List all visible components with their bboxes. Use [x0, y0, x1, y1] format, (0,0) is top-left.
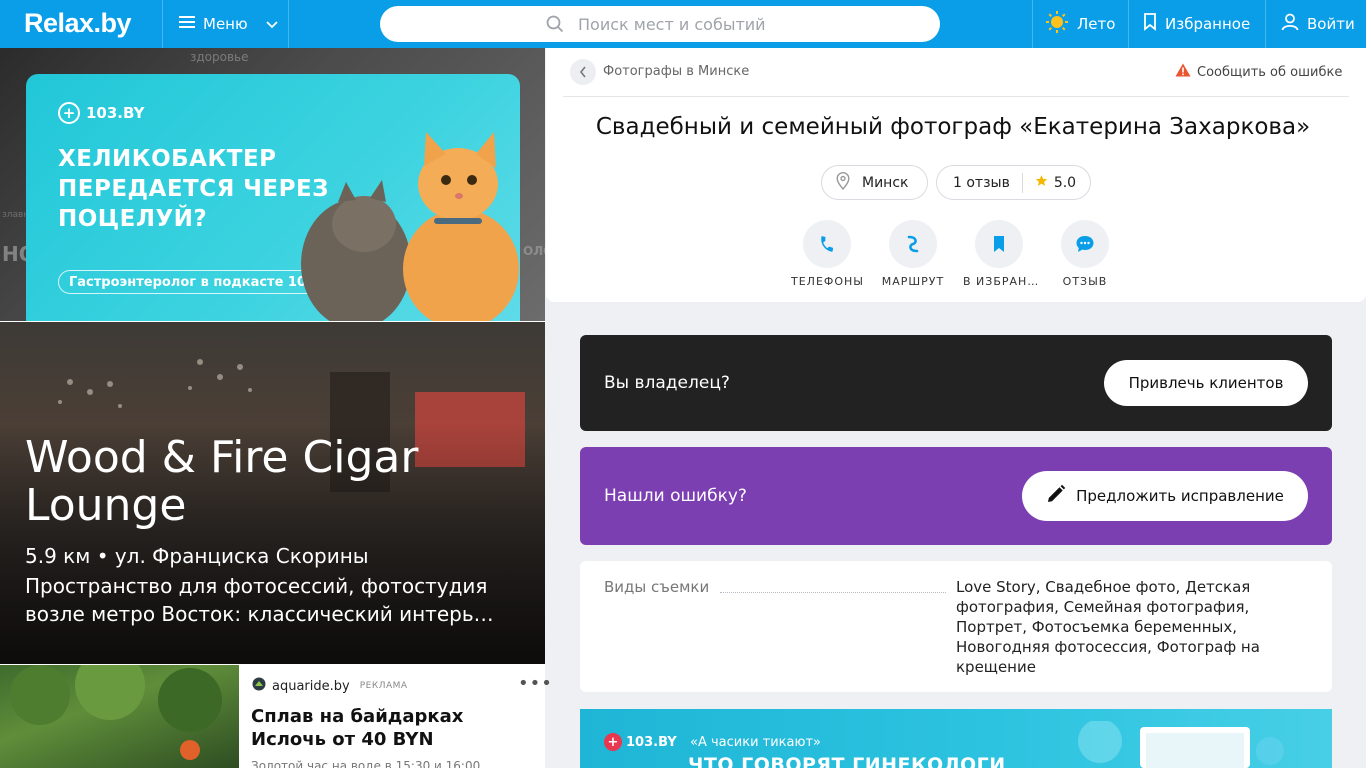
favorite-label: В ИЗБРАН…	[963, 275, 1040, 288]
header-divider	[1032, 0, 1033, 48]
route-icon	[889, 220, 937, 268]
promo-subtitle: Золотой час на воде в 15:30 и 16:00	[251, 759, 481, 768]
review-label: ОТЗЫВ	[1062, 275, 1108, 288]
more-icon[interactable]: •••	[518, 673, 553, 694]
warning-icon	[1175, 63, 1191, 81]
report-error-link[interactable]: Сообщить об ошибке	[1175, 63, 1342, 81]
promo-source[interactable]: aquaride.by РЕКЛАМА	[252, 677, 408, 695]
review-action[interactable]: ОТЗЫВ	[1049, 220, 1121, 288]
chip-divider	[1021, 172, 1023, 193]
login-button[interactable]: Войти	[1281, 0, 1355, 48]
header-divider	[288, 0, 289, 48]
phone-icon	[803, 220, 851, 268]
shooting-types-card: Виды съемки Love Story, Свадебное фото, …	[580, 561, 1332, 692]
chat-icon	[1061, 220, 1109, 268]
dotted-leader	[720, 592, 946, 593]
favorites-button[interactable]: Избранное	[1143, 0, 1250, 48]
search-bar[interactable]	[380, 6, 940, 42]
page-title: Свадебный и семейный фотограф «Екатерина…	[595, 114, 1311, 140]
bottom-ad-logo: + 103.BY	[604, 733, 677, 751]
favorite-action[interactable]: В ИЗБРАН…	[963, 220, 1040, 288]
phones-action[interactable]: ТЕЛЕФОНЫ	[791, 220, 863, 288]
promo-card[interactable]: aquaride.by РЕКЛАМА ••• Сплав на байдарк…	[0, 665, 552, 768]
search-icon	[546, 15, 564, 37]
header-divider	[1265, 0, 1266, 48]
user-icon	[1281, 13, 1299, 35]
shooting-types-value: Love Story, Свадебное фото, Детская фото…	[956, 578, 1260, 676]
reviews-count: 1 отзыв	[953, 174, 1010, 191]
promo-source-name: aquaride.by	[272, 678, 350, 694]
city-label: Минск	[862, 174, 909, 191]
owner-question: Вы владелец?	[604, 373, 730, 393]
feature-meta: 5.9 км • ул. Франциска Скорины	[25, 544, 369, 568]
search-input[interactable]	[578, 6, 918, 42]
bookmark-icon	[1143, 13, 1157, 35]
bottom-ad-logo-text: 103.BY	[626, 734, 677, 750]
bottom-ad-banner[interactable]: + 103.BY «А часики тикают» ЧТО ГОВОРЯТ Г…	[580, 709, 1332, 768]
rating-value: 5.0	[1053, 174, 1077, 191]
favorites-label: Избранное	[1165, 15, 1251, 33]
bottom-ad-quote: «А часики тикают»	[690, 735, 821, 750]
featured-place-card[interactable]: Wood & Fire Cigar Lounge 5.9 км • ул. Фр…	[0, 322, 545, 664]
ad-banner[interactable]: здоровье НО злавная ОЛО + 103.BY ХЕЛИКОБ…	[0, 48, 545, 321]
shooting-types-label: Виды съемки	[604, 578, 710, 596]
suggest-fix-label: Предложить исправление	[1076, 487, 1284, 505]
cats-illustration	[301, 132, 519, 321]
feature-title[interactable]: Wood & Fire Cigar Lounge	[25, 434, 525, 530]
login-label: Войти	[1307, 15, 1355, 33]
site-logo[interactable]: Relax.by	[24, 8, 132, 39]
owner-card: Вы владелец? Привлечь клиентов	[580, 335, 1332, 431]
plus-icon: +	[58, 102, 80, 124]
divider	[563, 96, 1349, 97]
phones-label: ТЕЛЕФОНЫ	[791, 275, 864, 288]
promo-source-icon	[252, 677, 266, 695]
summer-label: Лето	[1077, 15, 1116, 33]
plus-icon: +	[604, 733, 622, 751]
top-header: Relax.by Меню Лето Избранное Войт	[0, 0, 1366, 48]
report-error-label: Сообщить об ошибке	[1197, 64, 1343, 80]
hamburger-icon	[179, 15, 195, 33]
header-divider	[1128, 0, 1129, 48]
sun-icon	[1045, 10, 1069, 38]
ad-bg-text: ОЛО	[523, 244, 545, 258]
back-button[interactable]	[570, 59, 596, 85]
promo-image[interactable]	[0, 665, 239, 768]
menu-button[interactable]: Меню	[163, 0, 289, 48]
feature-description: Пространство для фотосессий, фотостудия …	[25, 574, 494, 626]
rating-chip[interactable]: 1 отзыв 5.0	[936, 165, 1091, 200]
breadcrumb[interactable]: Фотографы в Минске	[603, 64, 749, 79]
report-error-card: Нашли ошибку? Предложить исправление	[580, 447, 1332, 545]
place-header-card: Фотографы в Минске Сообщить об ошибке Св…	[546, 48, 1366, 302]
attract-clients-button[interactable]: Привлечь клиентов	[1104, 360, 1308, 406]
forest-illustration	[10, 665, 222, 760]
left-column: здоровье НО злавная ОЛО + 103.BY ХЕЛИКОБ…	[0, 48, 552, 768]
laptop-illustration	[1078, 721, 1284, 768]
chevron-left-icon	[579, 63, 587, 82]
city-chip[interactable]: Минск	[821, 165, 928, 200]
map-pin-icon	[836, 171, 850, 194]
pencil-icon	[1046, 484, 1066, 508]
summer-button[interactable]: Лето	[1045, 0, 1115, 48]
star-icon	[1035, 174, 1048, 191]
promo-ad-label: РЕКЛАМА	[359, 681, 408, 691]
ad-card[interactable]: + 103.BY ХЕЛИКОБАКТЕР ПЕРЕДАЕТСЯ ЧЕРЕЗ П…	[26, 74, 520, 321]
bookmark-icon	[975, 220, 1023, 268]
menu-label: Меню	[203, 15, 248, 33]
bottom-ad-headline: ЧТО ГОВОРЯТ ГИНЕКОЛОГИ	[688, 754, 1006, 768]
ad-logo: + 103.BY	[58, 102, 144, 124]
error-question: Нашли ошибку?	[604, 486, 747, 506]
promo-title[interactable]: Сплав на байдарках Ислочь от 40 BYN	[251, 705, 531, 751]
route-action[interactable]: МАРШРУТ	[877, 220, 949, 288]
ad-bg-text: здоровье	[190, 50, 249, 64]
route-label: МАРШРУТ	[881, 275, 945, 288]
ad-logo-text: 103.BY	[86, 104, 145, 122]
suggest-fix-button[interactable]: Предложить исправление	[1022, 471, 1308, 521]
chevron-down-icon	[265, 15, 278, 33]
